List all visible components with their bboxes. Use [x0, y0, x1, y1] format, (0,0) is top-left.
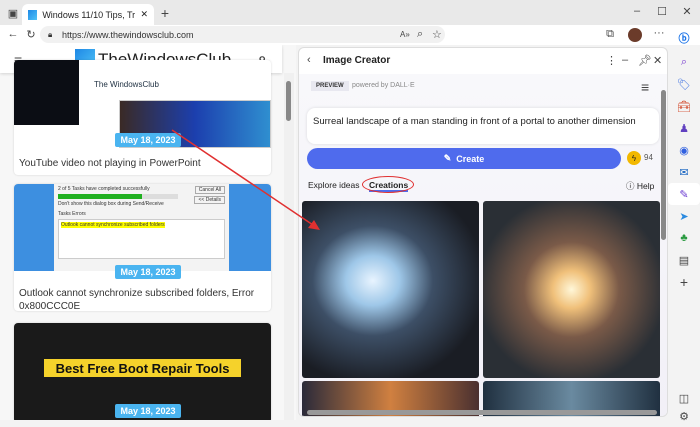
office-icon[interactable]: ◉ [668, 139, 700, 161]
edge-sidebar: ⓑ ⌕ 🏷︎ 🧰︎ ♟ ◉ ✉ ✎ ➤ ♣ ▤ + ◫ ⚙ [668, 33, 700, 423]
send-icon[interactable]: ➤ [668, 205, 700, 227]
annotation-arrow [171, 129, 320, 230]
search-icon[interactable]: ⌕ [668, 51, 700, 73]
shopping-tag-icon[interactable]: 🏷︎ [668, 73, 700, 95]
drop-icon[interactable]: ▤ [668, 249, 700, 271]
image-creator-icon[interactable]: ✎ [668, 183, 700, 205]
add-icon[interactable]: + [668, 271, 700, 293]
tools-icon[interactable]: 🧰︎ [668, 95, 700, 117]
outlook-icon[interactable]: ✉ [668, 161, 700, 183]
bing-copilot-icon[interactable]: ⓑ [668, 27, 700, 49]
tree-icon[interactable]: ♣ [668, 227, 700, 249]
settings-icon[interactable]: ⚙ [668, 405, 700, 427]
games-icon[interactable]: ♟ [668, 117, 700, 139]
